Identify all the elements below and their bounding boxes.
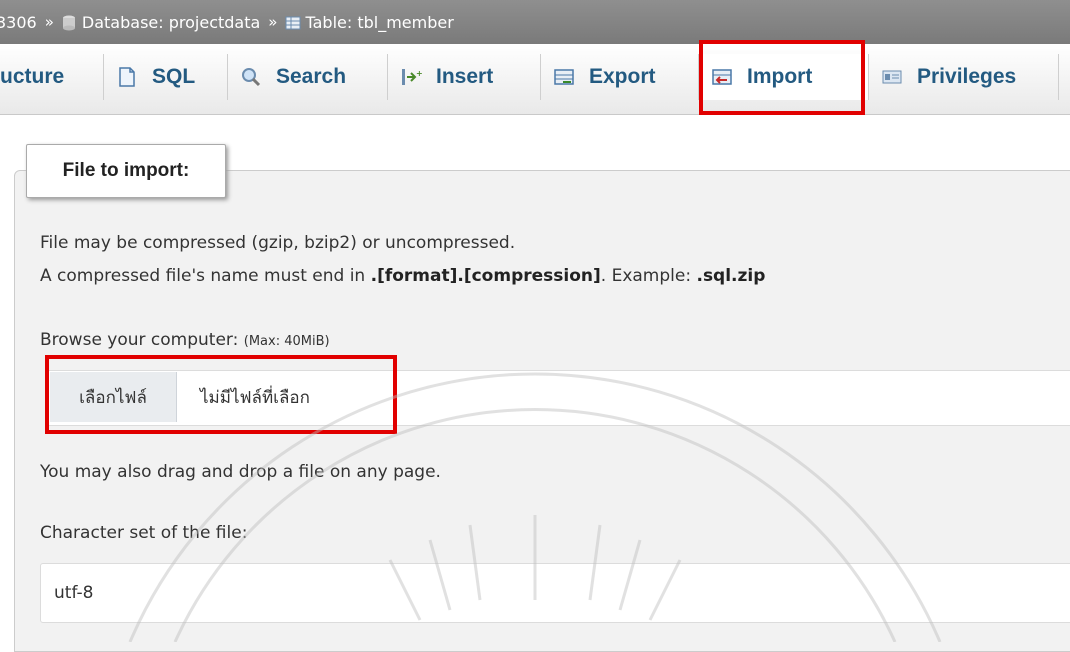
browse-label: Browse your computer: (Max: 40MiB) xyxy=(40,330,330,350)
breadcrumb-database[interactable]: Database: projectdata xyxy=(82,13,260,32)
breadcrumb-table[interactable]: Table: tbl_member xyxy=(305,13,453,32)
tab-label: Privileges xyxy=(917,65,1017,88)
database-icon xyxy=(62,15,76,31)
charset-value: utf-8 xyxy=(54,583,94,603)
choose-file-button[interactable]: เลือกไฟล์ xyxy=(50,372,177,422)
tab-sql[interactable]: SQL xyxy=(104,54,228,100)
charset-label: Character set of the file: xyxy=(40,523,248,543)
import-icon xyxy=(711,66,733,88)
tab-import[interactable]: Import xyxy=(699,54,869,100)
compression-info: File may be compressed (gzip, bzip2) or … xyxy=(40,233,516,253)
tab-label: SQL xyxy=(152,65,196,88)
breadcrumb: 3306 » Database: projectdata » Table: tb… xyxy=(0,0,1070,44)
compression-format-info: A compressed file's name must end in .[f… xyxy=(40,266,765,286)
tab-structure[interactable]: ucture xyxy=(0,54,104,100)
tab-label: ucture xyxy=(0,65,65,88)
table-icon xyxy=(285,15,301,30)
privileges-icon xyxy=(881,66,903,88)
tab-search[interactable]: Search xyxy=(228,54,388,100)
compression-prefix: A compressed file's name must end in xyxy=(40,266,371,286)
browse-max-size: (Max: 40MiB) xyxy=(243,334,330,349)
breadcrumb-separator: » xyxy=(268,13,278,31)
tab-label: Search xyxy=(276,65,347,88)
drag-drop-hint: You may also drag and drop a file on any… xyxy=(40,462,441,482)
compression-format: .[format].[compression] xyxy=(370,266,601,286)
tab-insert[interactable]: + Insert xyxy=(388,54,541,100)
tab-privileges[interactable]: Privileges xyxy=(869,54,1059,100)
compression-mid: . Example: xyxy=(600,266,697,286)
breadcrumb-server[interactable]: 3306 xyxy=(0,13,37,32)
fieldset-legend: File to import: xyxy=(26,144,226,198)
browse-text: Browse your computer: xyxy=(40,330,244,350)
tab-label: Export xyxy=(589,65,656,88)
tab-export[interactable]: Export xyxy=(541,54,699,100)
sql-icon xyxy=(116,66,138,88)
no-file-chosen-text: ไม่มีไฟล์ที่เลือก xyxy=(200,388,310,408)
compression-example: .sql.zip xyxy=(696,266,766,286)
svg-text:+: + xyxy=(416,69,422,78)
export-icon xyxy=(553,66,575,88)
tab-label: Insert xyxy=(436,65,494,88)
charset-select[interactable] xyxy=(40,563,1070,623)
insert-icon: + xyxy=(400,66,422,88)
search-icon xyxy=(240,66,262,88)
breadcrumb-separator: » xyxy=(44,13,54,31)
tab-label: Import xyxy=(747,65,813,88)
tab-bar: ucture SQL Search + Insert Export Import xyxy=(0,44,1070,115)
